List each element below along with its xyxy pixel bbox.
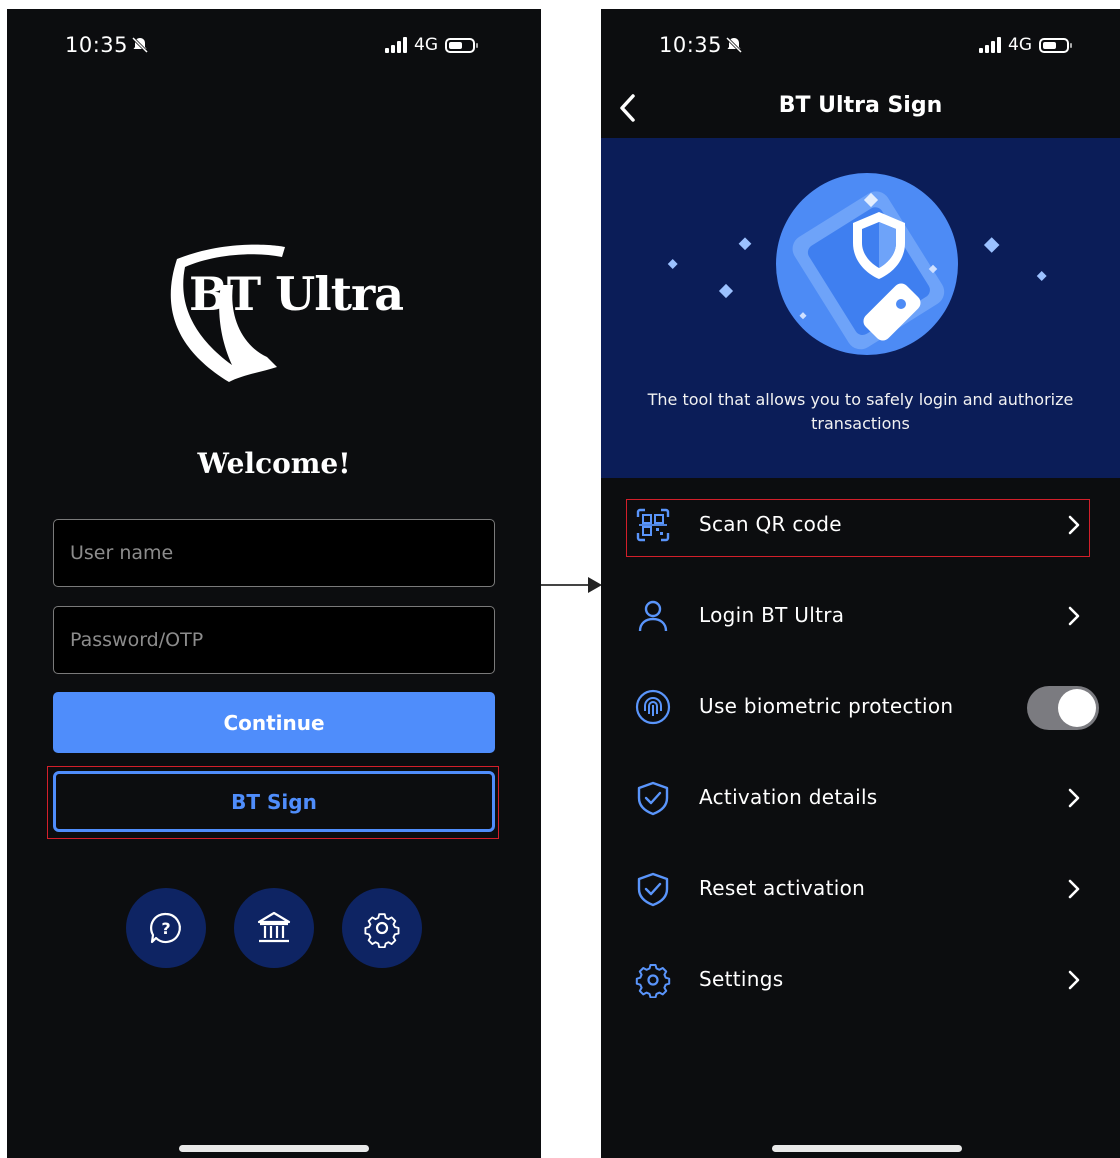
settings-button[interactable] <box>342 888 422 968</box>
chevron-right-icon <box>1068 515 1080 535</box>
status-time: 10:35 <box>65 33 149 57</box>
chevron-right-icon <box>1068 788 1080 808</box>
menu-item-activation-details[interactable]: Activation details <box>601 768 1120 828</box>
menu-item-label: Reset activation <box>699 876 866 900</box>
flow-arrow-head <box>588 577 602 593</box>
flow-arrow-line <box>541 584 592 586</box>
username-input[interactable] <box>53 519 495 587</box>
welcome-heading: Welcome! <box>197 447 351 480</box>
bank-icon <box>257 911 291 943</box>
qr-scan-icon <box>636 508 670 542</box>
menu-item-biometric: Use biometric protection <box>601 677 1120 737</box>
menu-item-label: Activation details <box>699 785 878 809</box>
fingerprint-icon <box>635 689 671 725</box>
status-time: 10:35 <box>659 33 743 57</box>
silent-bell-icon <box>725 36 743 54</box>
gear-icon <box>635 964 671 998</box>
menu-item-label: Login BT Ultra <box>699 603 845 627</box>
continue-button[interactable]: Continue <box>53 692 495 753</box>
hero-banner: The tool that allows you to safely login… <box>601 138 1120 478</box>
status-indicators: 4G <box>385 35 478 55</box>
status-bar: 10:35 4G <box>7 9 541 79</box>
menu-item-scan-qr[interactable]: Scan QR code <box>601 495 1120 555</box>
status-time-text: 10:35 <box>65 33 129 57</box>
bt-ultra-sign-screen: 10:35 4G BT Ultra Sign The tool that all… <box>601 9 1120 1158</box>
menu-item-label: Settings <box>699 967 784 991</box>
status-indicators: 4G <box>979 35 1072 55</box>
login-screen: 10:35 4G BT Ultra Welcome! Continue BT S… <box>7 9 541 1158</box>
help-button[interactable]: ? <box>126 888 206 968</box>
user-icon <box>638 600 668 632</box>
logo-text: BT Ultra <box>189 267 404 321</box>
silent-bell-icon <box>131 36 149 54</box>
status-time-text: 10:35 <box>659 33 723 57</box>
network-label: 4G <box>414 35 438 55</box>
chevron-right-icon <box>1068 879 1080 899</box>
menu-item-reset-activation[interactable]: Reset activation <box>601 859 1120 919</box>
page-title: BT Ultra Sign <box>778 93 943 118</box>
menu-item-label: Scan QR code <box>699 512 842 536</box>
chevron-right-icon <box>1068 970 1080 990</box>
gear-icon <box>364 913 400 948</box>
home-indicator <box>772 1145 962 1152</box>
svg-text:?: ? <box>161 919 170 938</box>
status-bar: 10:35 4G <box>601 9 1120 79</box>
battery-icon <box>445 37 478 53</box>
signal-icon <box>385 37 407 53</box>
password-input[interactable] <box>53 606 495 674</box>
help-icon: ? <box>150 912 181 944</box>
menu-item-settings[interactable]: Settings <box>601 950 1120 1010</box>
battery-icon <box>1039 37 1072 53</box>
biometric-toggle[interactable] <box>1027 686 1099 730</box>
shield-check-icon <box>637 781 669 816</box>
bt-sign-button[interactable]: BT Sign <box>53 771 495 832</box>
phone-shield-illustration <box>667 173 1047 355</box>
menu-item-login-bt-ultra[interactable]: Login BT Ultra <box>601 586 1120 646</box>
signal-icon <box>979 37 1001 53</box>
home-indicator <box>179 1145 369 1152</box>
shield-check-icon <box>637 872 669 907</box>
hero-description: The tool that allows you to safely login… <box>647 390 1074 433</box>
chevron-right-icon <box>1068 606 1080 626</box>
bank-button[interactable] <box>234 888 314 968</box>
nav-bar: BT Ultra Sign <box>601 79 1120 138</box>
network-label: 4G <box>1008 35 1032 55</box>
menu-item-label: Use biometric protection <box>699 694 954 718</box>
